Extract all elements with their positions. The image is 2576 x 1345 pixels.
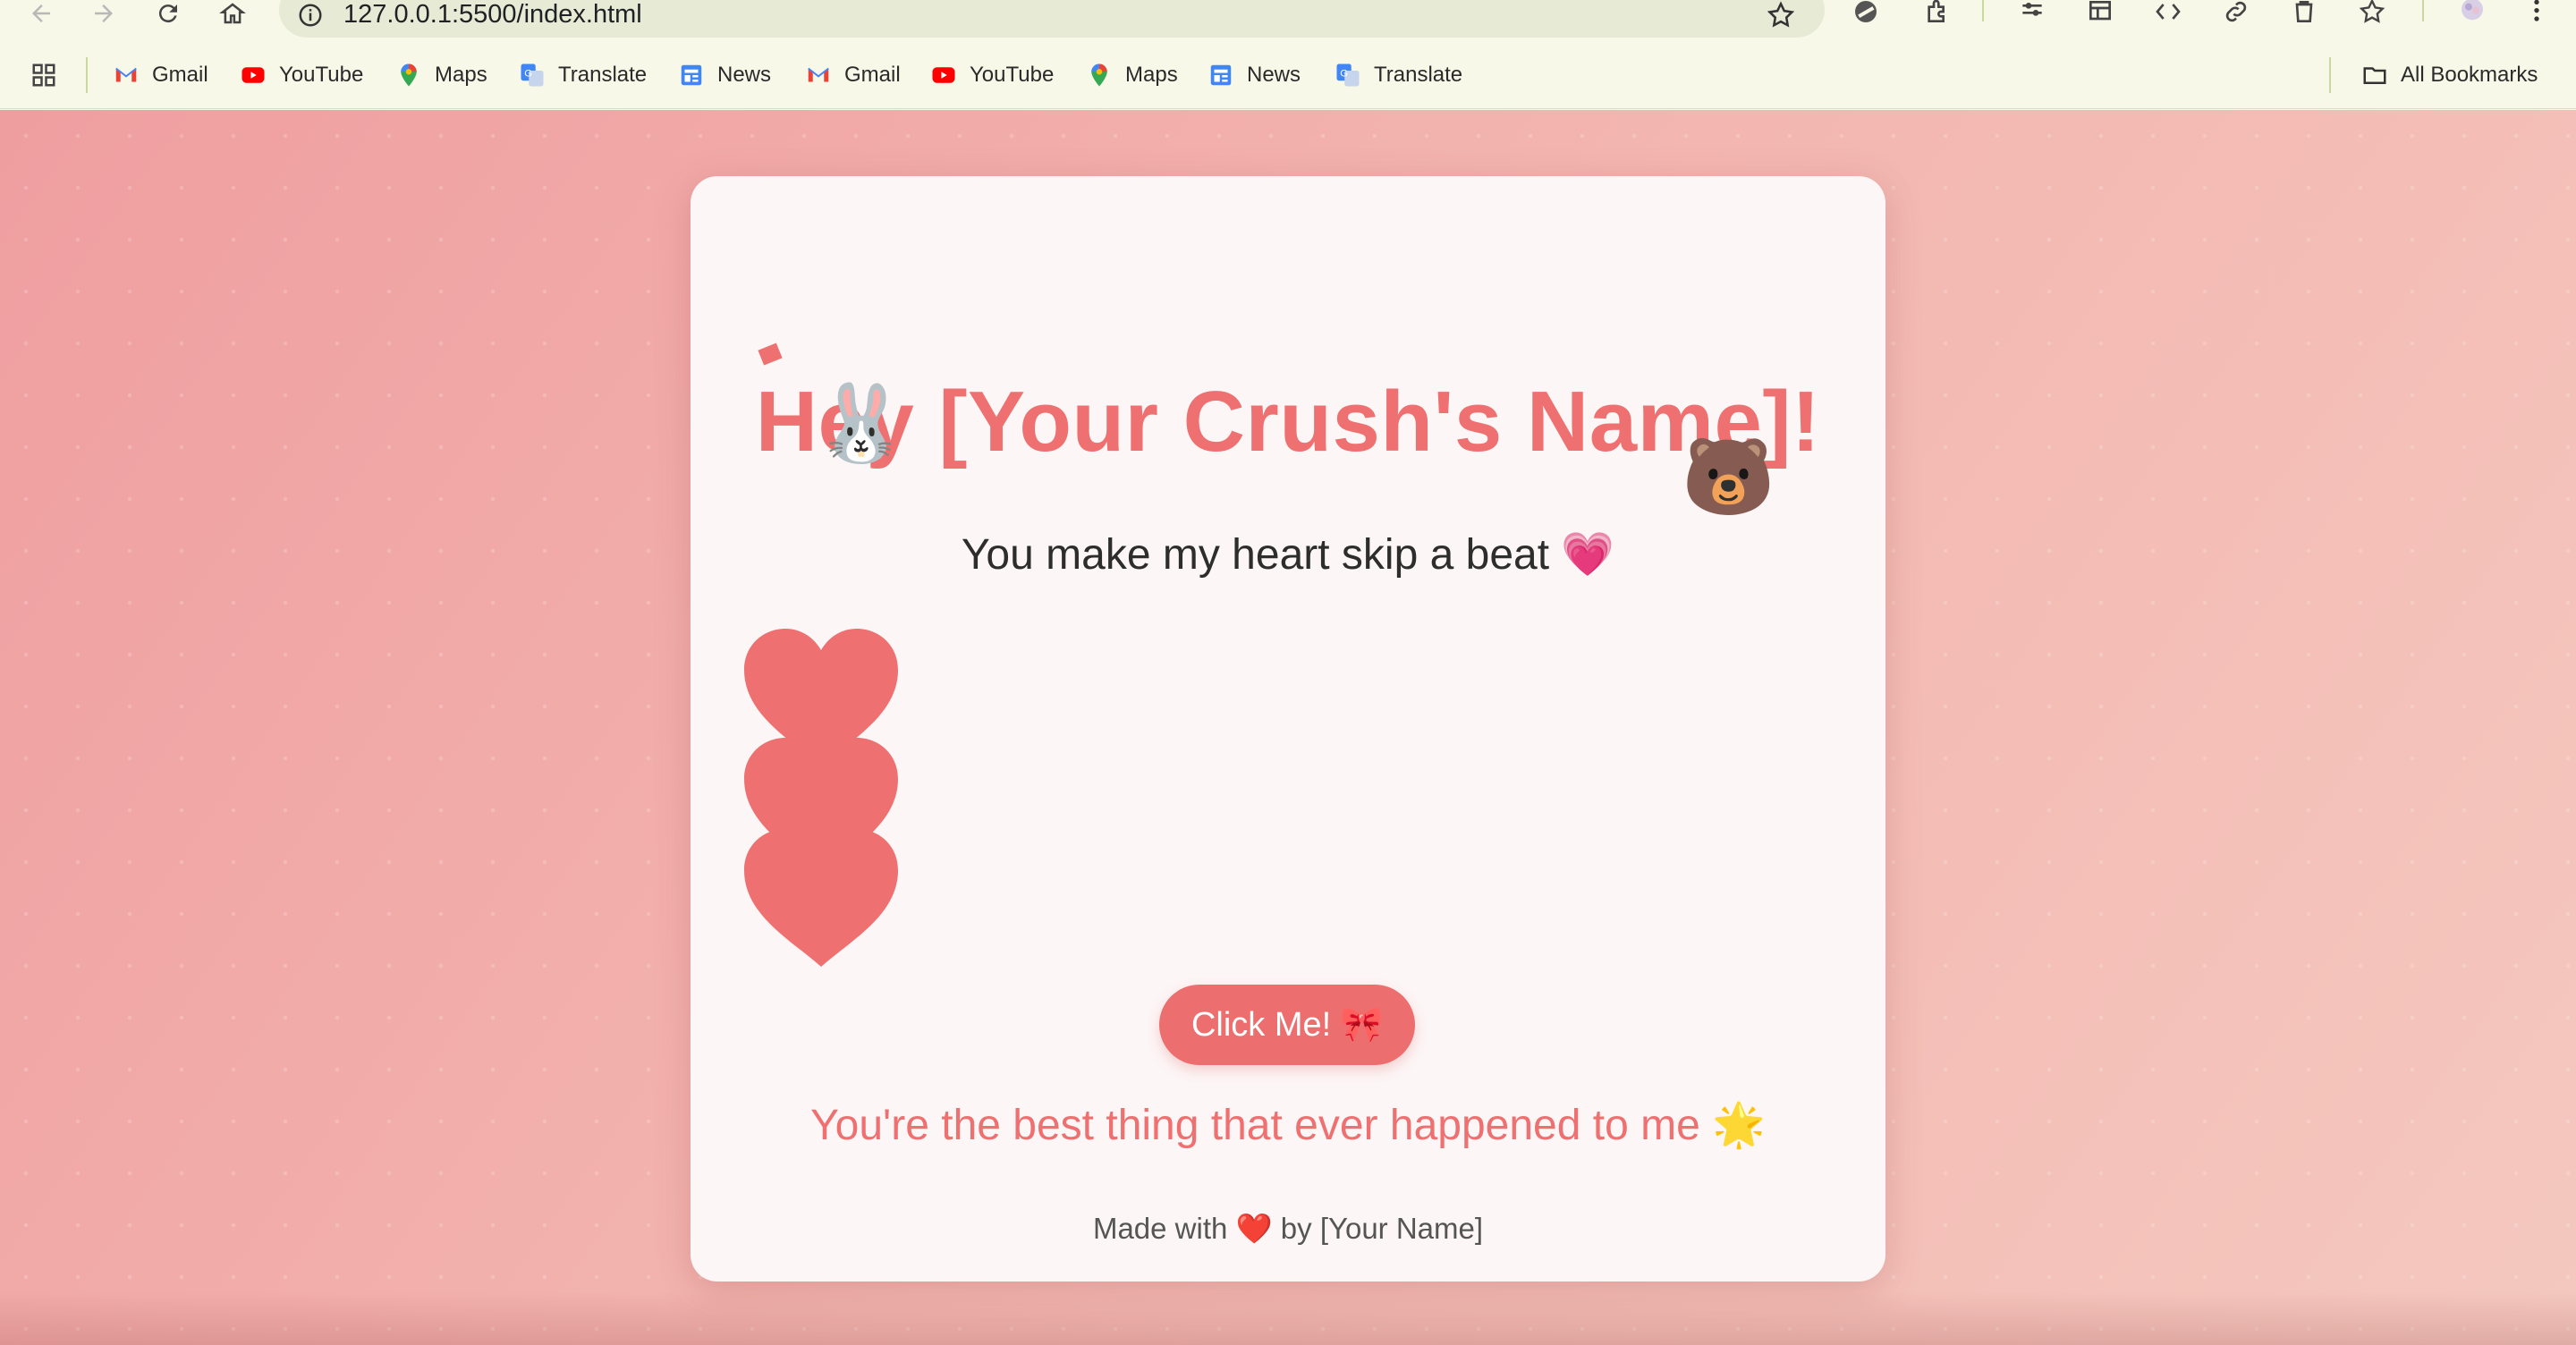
- youtube-icon: [240, 62, 267, 89]
- trash-icon: [2295, 1, 2313, 22]
- bookmark-label: Gmail: [844, 63, 901, 87]
- link-button[interactable]: [2218, 0, 2254, 27]
- tune-button[interactable]: [2014, 0, 2050, 27]
- bookmark-label: YouTube: [279, 63, 364, 87]
- bookmark-gmail[interactable]: Gmail: [805, 57, 901, 93]
- svg-text:G: G: [1340, 68, 1348, 79]
- bottom-shadow: [0, 1291, 2576, 1345]
- toolbar-separator: [2422, 0, 2424, 21]
- subtitle: You make my heart skip a beat 💗: [961, 531, 1615, 579]
- extensions-menu-button[interactable]: [1919, 0, 1955, 27]
- apps-button[interactable]: [30, 57, 70, 93]
- love-message: You're the best thing that ever happened…: [810, 1102, 1766, 1149]
- back-arrow-icon: [32, 4, 50, 22]
- maps-icon: [395, 62, 422, 89]
- confetti-piece: [758, 343, 783, 366]
- clipboard-button[interactable]: [2286, 0, 2322, 27]
- home-button[interactable]: [215, 0, 250, 27]
- reload-button[interactable]: [150, 0, 186, 27]
- menu-button[interactable]: [2519, 0, 2555, 27]
- maps-icon: [1086, 62, 1113, 89]
- bookmark-label: Maps: [435, 63, 487, 87]
- folder-icon: [2361, 62, 2388, 89]
- apps-grid-icon: [30, 62, 57, 89]
- click-me-button[interactable]: Click Me! 🎀: [1159, 985, 1415, 1065]
- url-text: 127.0.0.1:5500/index.html: [343, 0, 642, 29]
- bookmark-translate[interactable]: G Translate: [519, 57, 647, 93]
- bunny-emoji: 🐰: [814, 381, 908, 465]
- bookmark-label: News: [717, 63, 772, 87]
- bookmark-translate[interactable]: G Translate: [1335, 57, 1462, 93]
- bookmark-label: YouTube: [970, 63, 1055, 87]
- bookmark-maps[interactable]: Maps: [1086, 57, 1178, 93]
- gmail-icon: [113, 62, 140, 89]
- code-button[interactable]: [2150, 0, 2186, 27]
- page-viewport: Hey [Your Crush's Name]! 🐰 🐻 You make my…: [0, 110, 2576, 1345]
- bookmark-news[interactable]: News: [678, 57, 771, 93]
- forward-button[interactable]: [86, 0, 122, 27]
- back-button[interactable]: [23, 0, 59, 27]
- gmail-icon: [805, 62, 832, 89]
- code-icon: [2156, 4, 2181, 20]
- star-list-icon: [2359, 0, 2385, 23]
- toolbar-separator: [1982, 0, 1984, 21]
- greeting-card: Hey [Your Crush's Name]! 🐰 🐻 You make my…: [691, 176, 1885, 1282]
- translate-icon: G: [1335, 62, 1361, 89]
- home-icon: [219, 3, 246, 24]
- favorites-button[interactable]: [2354, 0, 2390, 27]
- browser-toolbar: 127.0.0.1:5500/index.html: [0, 0, 2576, 41]
- bear-emoji: 🐻: [1682, 435, 1775, 519]
- translate-icon: G: [519, 62, 546, 89]
- bookmarks-bar: Gmail YouTube Maps G Translate News Gmai…: [0, 41, 2576, 109]
- floating-heart: [744, 829, 898, 969]
- block-extension-icon: [1855, 1, 1877, 22]
- panel-button[interactable]: [2082, 0, 2118, 27]
- sliders-icon: [2022, 3, 2042, 16]
- bookmark-star-icon[interactable]: [1766, 0, 1796, 30]
- all-bookmarks-button[interactable]: All Bookmarks: [2361, 57, 2538, 93]
- bookmark-label: Maps: [1125, 63, 1178, 87]
- puzzle-icon: [1928, 0, 1945, 22]
- bookmark-label: Gmail: [152, 63, 208, 87]
- news-icon: [678, 62, 705, 89]
- site-info-icon[interactable]: [297, 2, 324, 29]
- forward-arrow-icon: [95, 4, 113, 22]
- bookmark-maps[interactable]: Maps: [395, 57, 487, 93]
- bookmark-gmail[interactable]: Gmail: [113, 57, 208, 93]
- link-icon: [2225, 1, 2247, 22]
- bookmark-label: Translate: [558, 63, 648, 87]
- extension-button[interactable]: [1848, 0, 1884, 27]
- bookmark-news[interactable]: News: [1208, 57, 1301, 93]
- reload-icon: [158, 4, 177, 23]
- youtube-icon: [930, 62, 957, 89]
- bookmark-youtube[interactable]: YouTube: [930, 57, 1054, 93]
- bookmarks-separator: [2329, 57, 2331, 93]
- news-icon: [1208, 62, 1234, 89]
- more-vert-icon: [2534, 0, 2539, 21]
- bookmark-label: News: [1247, 63, 1301, 87]
- heart-icon: [744, 829, 898, 967]
- address-bar[interactable]: 127.0.0.1:5500/index.html: [279, 0, 1825, 38]
- bookmark-label: Translate: [1374, 63, 1463, 87]
- svg-text:G: G: [524, 68, 532, 79]
- table-icon: [2089, 1, 2111, 21]
- all-bookmarks-label: All Bookmarks: [2401, 63, 2538, 87]
- bookmark-youtube[interactable]: YouTube: [240, 57, 363, 93]
- footer-credit: Made with ❤️ by [Your Name]: [1092, 1212, 1484, 1245]
- profile-button[interactable]: [2454, 0, 2490, 27]
- avatar: [2462, 0, 2483, 21]
- bookmarks-separator: [86, 57, 88, 93]
